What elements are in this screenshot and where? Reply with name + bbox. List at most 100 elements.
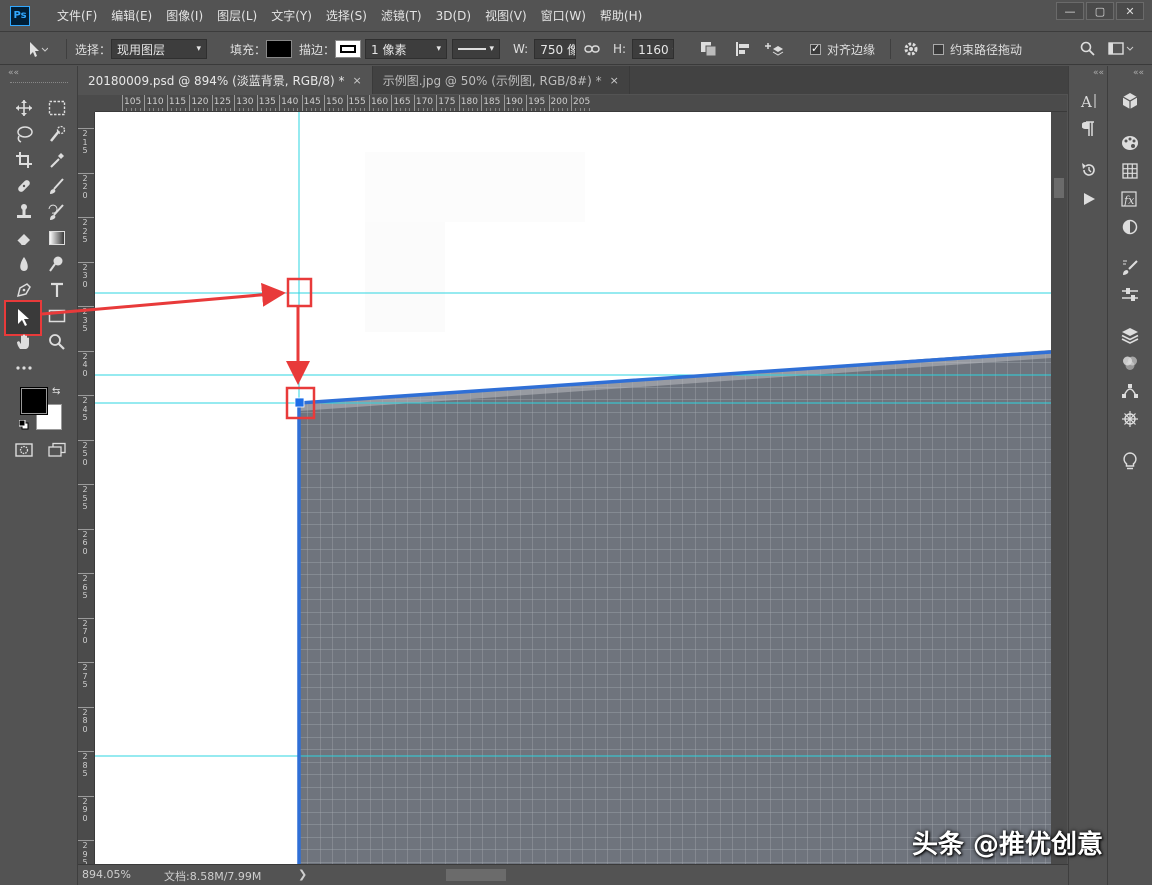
- paragraph-panel-icon[interactable]: [1077, 118, 1101, 140]
- swatches-panel-icon[interactable]: [1118, 132, 1142, 154]
- foreground-color-swatch[interactable]: [20, 387, 48, 415]
- selected-anchor-point[interactable]: [294, 397, 305, 408]
- close-window-button[interactable]: ✕: [1116, 2, 1144, 20]
- swap-colors-icon[interactable]: ⇆: [52, 386, 60, 397]
- history-panel-icon[interactable]: [1077, 159, 1101, 181]
- menu-type[interactable]: 文字(Y): [264, 0, 319, 32]
- ruler-tick: [324, 95, 326, 111]
- type-tool-icon[interactable]: [44, 278, 70, 302]
- navigator-panel-icon[interactable]: [1118, 408, 1142, 430]
- fill-swatch[interactable]: [266, 40, 293, 58]
- stroke-width-field[interactable]: 1 像素 ▾: [365, 39, 447, 59]
- history-brush-tool-icon[interactable]: [44, 200, 70, 224]
- eraser-tool-icon[interactable]: [11, 226, 37, 250]
- align-edges-checkbox[interactable]: 对齐边缘: [810, 33, 875, 65]
- collapse-icon[interactable]: ««: [1133, 68, 1144, 78]
- hand-tool-icon[interactable]: [11, 330, 37, 354]
- menu-3d[interactable]: 3D(D): [429, 0, 478, 32]
- close-tab-icon[interactable]: ×: [352, 74, 361, 87]
- menu-layer[interactable]: 图层(L): [210, 0, 264, 32]
- lasso-tool-icon[interactable]: [11, 122, 37, 146]
- marquee-tool-icon[interactable]: [44, 96, 70, 120]
- collapsed-panel-dock: «« A: [1068, 66, 1108, 885]
- link-icon[interactable]: [584, 33, 600, 65]
- paths-panel-icon[interactable]: [1118, 380, 1142, 402]
- restore-button[interactable]: ▢: [1086, 2, 1114, 20]
- tab-20180009-psd[interactable]: 20180009.psd @ 894% (淡蓝背景, RGB/8) * ×: [78, 66, 373, 94]
- menu-view[interactable]: 视图(V): [478, 0, 534, 32]
- brush-settings-icon[interactable]: [1118, 256, 1142, 278]
- pixel-grid: [299, 350, 1051, 864]
- ruler-tick-label: 235: [82, 307, 88, 333]
- dodge-tool-icon[interactable]: [44, 252, 70, 276]
- path-alignment-icon[interactable]: [735, 33, 753, 65]
- horizontal-ruler[interactable]: 105 110 115 120 125 130 135 140 145 150 155 160 165 1…: [95, 95, 1067, 112]
- vertical-scrollbar[interactable]: [1051, 112, 1067, 864]
- gear-icon[interactable]: [903, 33, 919, 65]
- ruler-tick: [436, 95, 438, 111]
- close-tab-icon[interactable]: ×: [610, 74, 619, 87]
- screen-mode-icon[interactable]: [44, 438, 70, 462]
- menu-items: 文件(F) 编辑(E) 图像(I) 图层(L) 文字(Y) 选择(S) 滤镜(T…: [50, 0, 649, 32]
- stroke-swatch[interactable]: [335, 40, 362, 58]
- channels-panel-icon[interactable]: [1118, 352, 1142, 374]
- search-icon[interactable]: [1080, 33, 1096, 65]
- gradient-tool-icon[interactable]: [44, 226, 70, 250]
- toolbox-grip[interactable]: [10, 82, 68, 84]
- workspace-icon[interactable]: [1108, 33, 1134, 65]
- vertical-scrollbar-thumb[interactable]: [1054, 178, 1064, 198]
- character-panel-icon[interactable]: A: [1077, 90, 1101, 112]
- menu-window[interactable]: 窗口(W): [534, 0, 593, 32]
- document-canvas[interactable]: [95, 112, 1051, 864]
- vertical-ruler[interactable]: 215 220 225 230 235 240 245 250 255 260 265 270 275 2…: [78, 112, 95, 864]
- height-field[interactable]: 1160 像素: [632, 39, 675, 59]
- more-tools-icon[interactable]: [11, 356, 37, 380]
- ruler-corner[interactable]: [78, 95, 95, 112]
- move-tool-icon[interactable]: [11, 96, 37, 120]
- ruler-minor-tick: [449, 108, 451, 111]
- play-actions-icon[interactable]: [1077, 188, 1101, 210]
- collapse-icon[interactable]: ««: [8, 68, 19, 78]
- pen-tool-icon[interactable]: [11, 278, 37, 302]
- grid-panel-icon[interactable]: [1118, 160, 1142, 182]
- 3d-panel-icon[interactable]: [1118, 90, 1142, 112]
- styles-fx-icon[interactable]: fx: [1118, 188, 1142, 210]
- brush-tool-icon[interactable]: [44, 174, 70, 198]
- constrain-path-checkbox[interactable]: 约束路径拖动: [933, 33, 1022, 65]
- menu-select[interactable]: 选择(S): [319, 0, 374, 32]
- select-dropdown[interactable]: 现用图层 ▾: [111, 39, 208, 59]
- adjustments-icon[interactable]: [1118, 216, 1142, 238]
- tool-preset-picker[interactable]: [22, 33, 48, 65]
- menu-help[interactable]: 帮助(H): [593, 0, 649, 32]
- quick-select-tool-icon[interactable]: [44, 122, 70, 146]
- minimize-button[interactable]: —: [1056, 2, 1084, 20]
- menu-edit[interactable]: 编辑(E): [104, 0, 159, 32]
- clone-stamp-tool-icon[interactable]: [11, 200, 37, 224]
- tab-example-jpg[interactable]: 示例图.jpg @ 50% (示例图, RGB/8#) * ×: [373, 66, 630, 94]
- ruler-minor-tick: [247, 108, 249, 111]
- collapse-icon[interactable]: ««: [1093, 68, 1104, 78]
- blur-tool-icon[interactable]: [11, 252, 37, 276]
- crop-tool-icon[interactable]: [11, 148, 37, 172]
- rectangle-tool-icon[interactable]: [44, 304, 70, 328]
- stroke-type-dropdown[interactable]: ▾: [452, 39, 500, 59]
- tool-presets-icon[interactable]: [1118, 284, 1142, 306]
- eyedropper-tool-icon[interactable]: [44, 148, 70, 172]
- status-menu-arrow[interactable]: ❯: [298, 868, 307, 881]
- width-label: W:: [513, 42, 529, 56]
- path-arrangement-icon[interactable]: [765, 33, 785, 65]
- menu-filter[interactable]: 滤镜(T): [374, 0, 429, 32]
- healing-brush-tool-icon[interactable]: [11, 174, 37, 198]
- ruler-tick: [279, 95, 281, 111]
- learn-panel-icon[interactable]: [1118, 450, 1142, 472]
- menu-image[interactable]: 图像(I): [159, 0, 210, 32]
- zoom-level[interactable]: 894.05%: [82, 868, 131, 881]
- quick-mask-icon[interactable]: [11, 438, 37, 462]
- width-field[interactable]: 750 像素: [534, 39, 577, 59]
- menu-file[interactable]: 文件(F): [50, 0, 104, 32]
- path-operations-icon[interactable]: [700, 33, 718, 65]
- layers-panel-icon[interactable]: [1118, 324, 1142, 346]
- zoom-tool-icon[interactable]: [44, 330, 70, 354]
- default-colors-icon[interactable]: [18, 419, 29, 430]
- horizontal-scrollbar-thumb[interactable]: [446, 869, 506, 881]
